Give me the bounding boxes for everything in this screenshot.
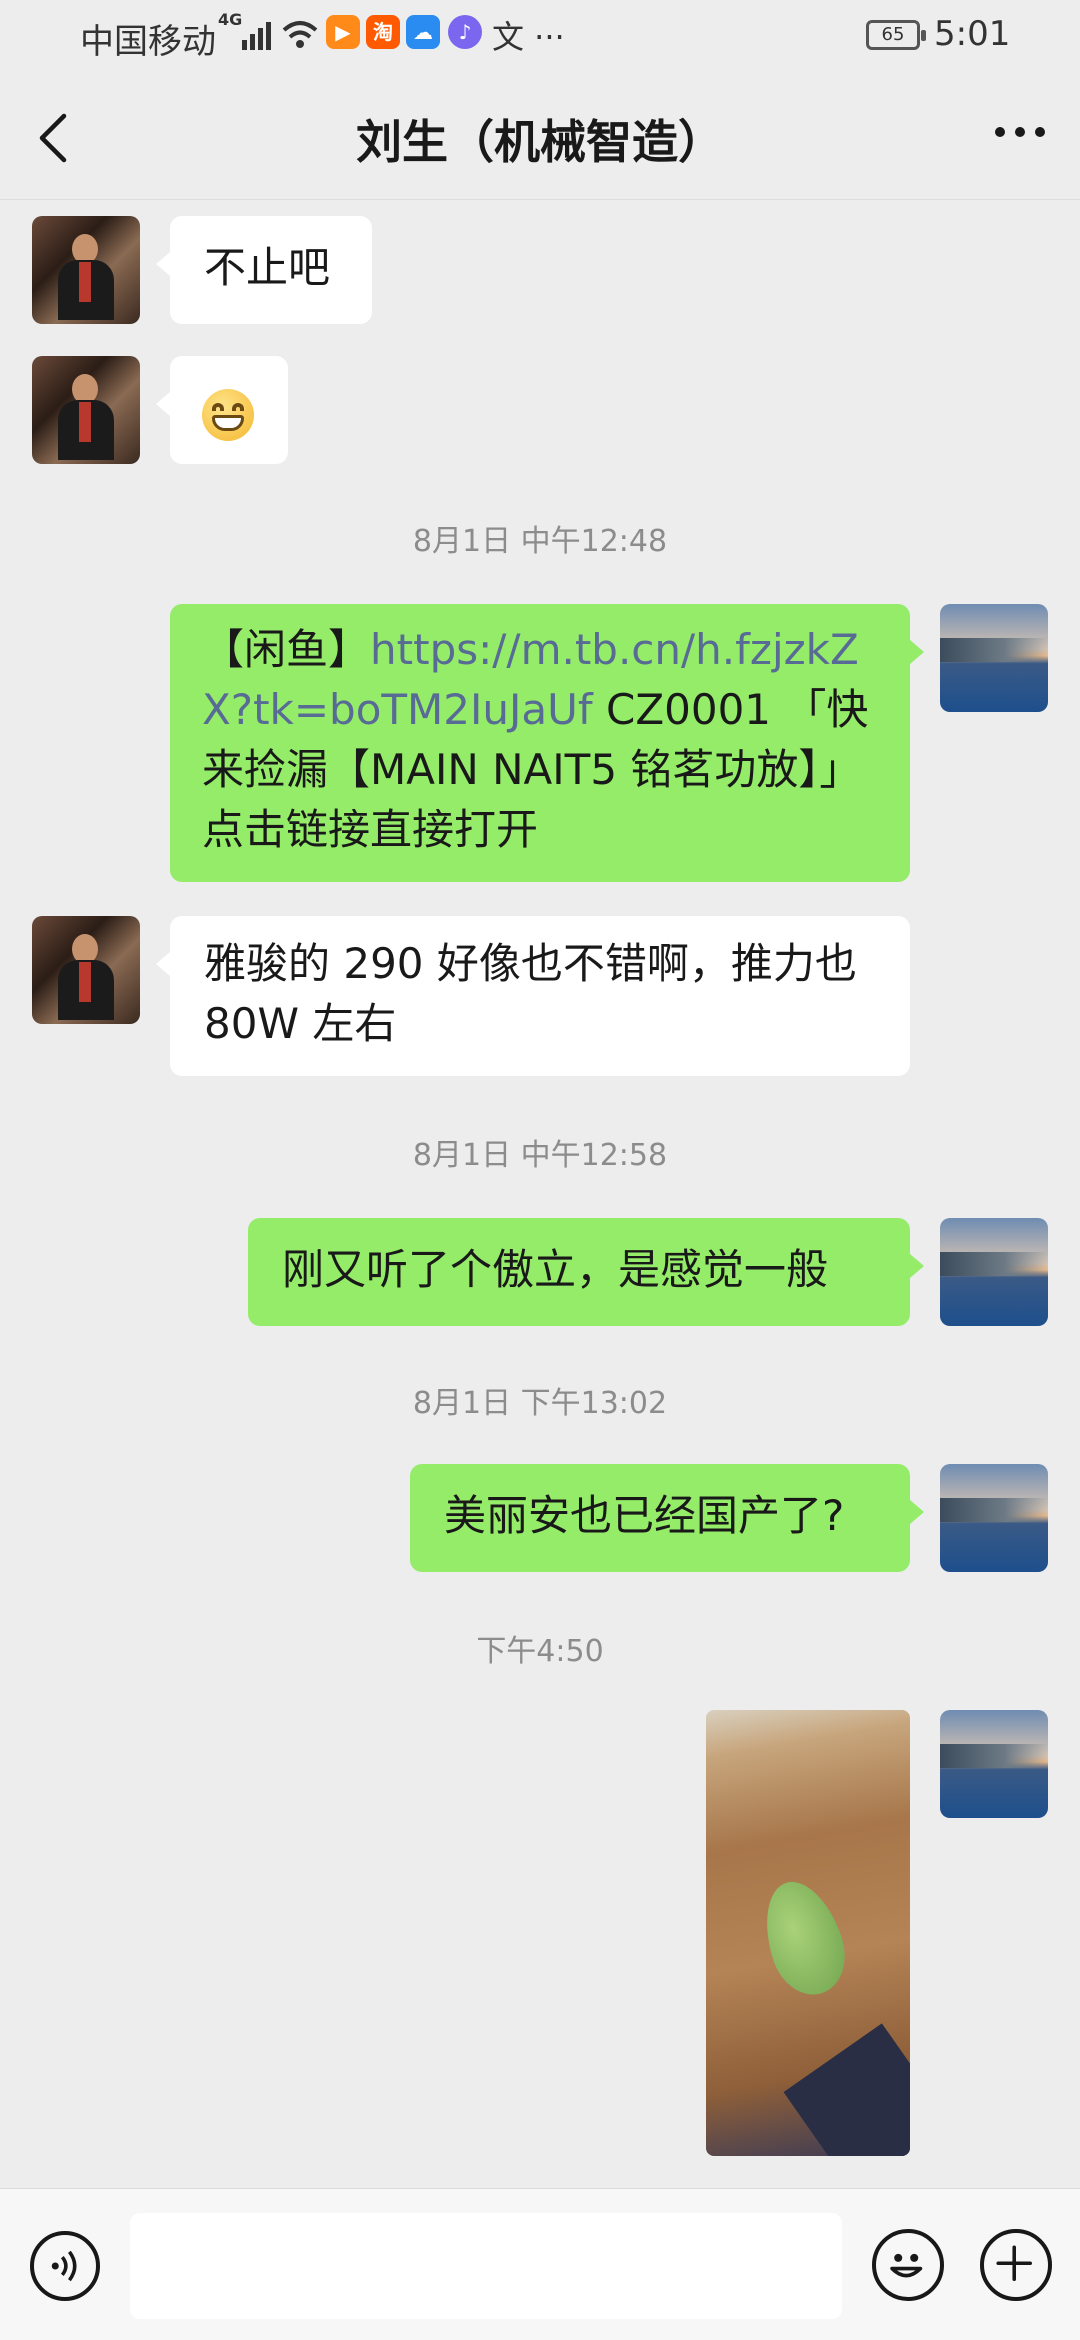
my-avatar[interactable]: [940, 1710, 1048, 1818]
weather-app-icon: ☁: [406, 15, 440, 49]
emoji-face-icon[interactable]: [872, 2229, 944, 2301]
message-input[interactable]: [130, 2213, 842, 2319]
chat-title: 刘生（机械智造）: [356, 115, 724, 169]
message-bubble-outgoing[interactable]: 刚又听了个傲立，是感觉一般: [248, 1218, 924, 1326]
my-avatar[interactable]: [940, 1464, 1048, 1572]
contact-avatar[interactable]: [32, 356, 140, 464]
grinning-face-emoji-icon: [202, 388, 254, 441]
contact-avatar[interactable]: [32, 216, 140, 324]
message-bubble-incoming[interactable]: 雅骏的 290 好像也不错啊，推力也80W 左右: [156, 916, 910, 1076]
more-dots-icon[interactable]: [990, 112, 1050, 152]
status-extra-icons: 文 ···: [492, 18, 565, 56]
music-app-icon: ♪: [448, 15, 482, 49]
clock: 5:01: [934, 14, 1011, 54]
plus-icon[interactable]: [980, 2229, 1052, 2301]
battery-icon: 65: [866, 20, 926, 50]
status-bar: 中国移动 4G ▶ 淘 ☁ ♪ 文 ··· 65 5:01: [0, 0, 1080, 72]
taobao-app-icon: 淘: [366, 15, 400, 49]
message-text: 雅骏的 290 好像也不错啊，推力也80W 左右: [204, 939, 857, 1048]
photo-shadow: [783, 2023, 910, 2156]
timestamp: 下午4:50: [476, 1634, 604, 1669]
message-bubble-incoming[interactable]: 不止吧: [156, 216, 372, 324]
contact-avatar[interactable]: [32, 916, 140, 1024]
message-text: 刚又听了个傲立，是感觉一般: [282, 1245, 829, 1294]
message-bubble-incoming[interactable]: [156, 356, 288, 464]
chat-header: 刘生（机械智造）: [0, 72, 1080, 200]
timestamp: 8月1日 中午12:58: [412, 1138, 668, 1173]
message-image[interactable]: [706, 1710, 910, 2156]
message-text: 不止吧: [204, 243, 331, 292]
my-avatar[interactable]: [940, 1218, 1048, 1326]
timestamp: 8月1日 中午12:48: [412, 524, 668, 559]
message-prefix: 【闲鱼】: [202, 625, 371, 674]
message-bubble-outgoing[interactable]: 【闲鱼】https://m.tb.cn/h.fzjzkZX?tk=boTM2Iu…: [170, 604, 924, 882]
input-bar: [0, 2188, 1080, 2340]
video-app-icon: ▶: [326, 15, 360, 49]
message-text: 美丽安也已经国产了?: [444, 1491, 845, 1540]
signal-icon: [238, 20, 272, 50]
timestamp: 8月1日 下午13:02: [412, 1386, 668, 1421]
voice-icon[interactable]: [30, 2231, 100, 2301]
leaf-photo-subject: [751, 1871, 857, 2005]
wifi-icon: [282, 21, 318, 48]
my-avatar[interactable]: [940, 604, 1048, 712]
message-bubble-outgoing[interactable]: 美丽安也已经国产了?: [410, 1464, 924, 1572]
carrier-label: 中国移动: [80, 22, 216, 62]
